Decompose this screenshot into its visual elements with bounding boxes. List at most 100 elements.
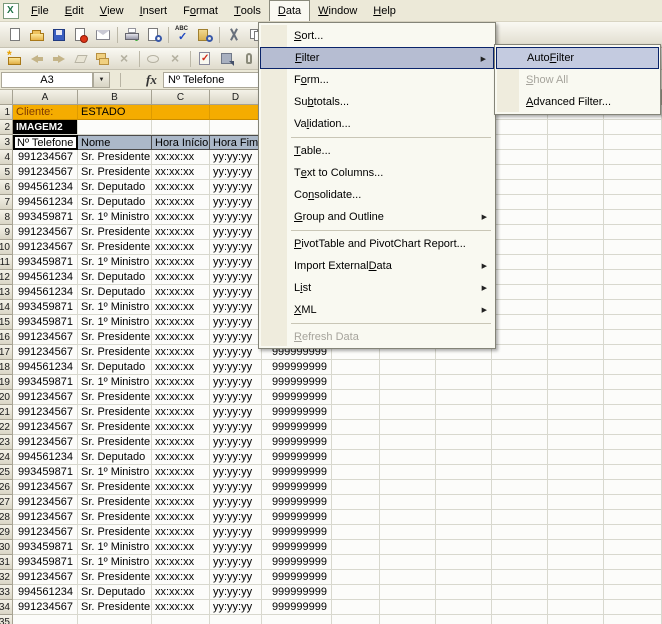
cell-F34[interactable] [332,600,380,615]
menubar-item-window[interactable]: Window [310,0,365,21]
cell-C15[interactable]: xx:xx:xx [152,315,210,330]
cell-B34[interactable]: Sr. Presidente [78,600,152,615]
cell-H18[interactable] [436,360,492,375]
cell-B10[interactable]: Sr. Presidente [78,240,152,255]
menu-item-import-external-data[interactable]: Import External Data [260,255,494,277]
cell-D25[interactable]: yy:yy:yy [210,465,262,480]
cell-D35[interactable] [210,615,262,624]
cell-G19[interactable] [380,375,436,390]
save-as-button[interactable] [216,49,238,69]
cut-button[interactable] [223,25,245,45]
cell-I9[interactable] [492,225,548,240]
cell-A21[interactable]: 991234567 [13,405,78,420]
row-header-31[interactable]: 31 [0,555,13,570]
cell-A12[interactable]: 994561234 [13,270,78,285]
cell-K2[interactable] [604,120,662,135]
name-box-dropdown-icon[interactable]: ▼ [93,72,110,88]
cell-I6[interactable] [492,180,548,195]
cell-K27[interactable] [604,495,662,510]
cell-F27[interactable] [332,495,380,510]
cell-B24[interactable]: Sr. Deputado [78,450,152,465]
cell-I30[interactable] [492,540,548,555]
cell-J32[interactable] [548,570,604,585]
cell-F18[interactable] [332,360,380,375]
cell-B16[interactable]: Sr. Presidente [78,330,152,345]
cell-G23[interactable] [380,435,436,450]
menu-item-consolidate[interactable]: Consolidate... [260,184,494,206]
cell-K18[interactable] [604,360,662,375]
cell-D24[interactable]: yy:yy:yy [210,450,262,465]
cell-K26[interactable] [604,480,662,495]
name-box[interactable]: A3 [1,72,93,88]
cell-A4[interactable]: 991234567 [13,150,78,165]
cell-D26[interactable]: yy:yy:yy [210,480,262,495]
cell-K8[interactable] [604,210,662,225]
cell-H27[interactable] [436,495,492,510]
cell-H30[interactable] [436,540,492,555]
cell-G18[interactable] [380,360,436,375]
menu-item-refresh-data[interactable]: Refresh Data [260,326,494,348]
row-header-29[interactable]: 29 [0,525,13,540]
row-header-7[interactable]: 7 [0,195,13,210]
research-button[interactable] [194,25,216,45]
row-header-23[interactable]: 23 [0,435,13,450]
cell-K15[interactable] [604,315,662,330]
cell-G28[interactable] [380,510,436,525]
cell-C2[interactable] [152,120,210,135]
cell-K13[interactable] [604,285,662,300]
cell-G34[interactable] [380,600,436,615]
menubar-item-edit[interactable]: Edit [57,0,92,21]
cell-K29[interactable] [604,525,662,540]
cell-G22[interactable] [380,420,436,435]
cell-D34[interactable]: yy:yy:yy [210,600,262,615]
cell-I27[interactable] [492,495,548,510]
cell-J3[interactable] [548,135,604,150]
cell-B35[interactable] [78,615,152,624]
cell-J26[interactable] [548,480,604,495]
cell-H22[interactable] [436,420,492,435]
cell-K16[interactable] [604,330,662,345]
cell-C5[interactable]: xx:xx:xx [152,165,210,180]
cell-C12[interactable]: xx:xx:xx [152,270,210,285]
cell-C28[interactable]: xx:xx:xx [152,510,210,525]
cell-B21[interactable]: Sr. Presidente [78,405,152,420]
row-header-32[interactable]: 32 [0,570,13,585]
menubar-item-insert[interactable]: Insert [132,0,176,21]
cell-F25[interactable] [332,465,380,480]
cell-I8[interactable] [492,210,548,225]
cell-D6[interactable]: yy:yy:yy [210,180,262,195]
cell-K32[interactable] [604,570,662,585]
menubar-item-data[interactable]: Data [269,0,310,21]
cell-I14[interactable] [492,300,548,315]
column-header-C[interactable]: C [152,90,210,105]
cell-I7[interactable] [492,195,548,210]
cell-I24[interactable] [492,450,548,465]
cell-D16[interactable]: yy:yy:yy [210,330,262,345]
cell-K22[interactable] [604,420,662,435]
menu-item-xml[interactable]: XML [260,299,494,321]
cell-E33[interactable]: 999999999 [262,585,332,600]
menu-item-show-all[interactable]: Show All [496,69,659,91]
row-header-24[interactable]: 24 [0,450,13,465]
cell-D20[interactable]: yy:yy:yy [210,390,262,405]
row-header-34[interactable]: 34 [0,600,13,615]
cell-J22[interactable] [548,420,604,435]
cell-H28[interactable] [436,510,492,525]
menu-item-sort[interactable]: Sort... [260,25,494,47]
menubar-item-format[interactable]: Format [175,0,226,21]
cell-G35[interactable] [380,615,436,624]
cell-C30[interactable]: xx:xx:xx [152,540,210,555]
cell-C7[interactable]: xx:xx:xx [152,195,210,210]
cell-J11[interactable] [548,255,604,270]
cell-C9[interactable]: xx:xx:xx [152,225,210,240]
cell-D15[interactable]: yy:yy:yy [210,315,262,330]
cell-G20[interactable] [380,390,436,405]
cell-D1[interactable] [210,105,262,120]
row-header-19[interactable]: 19 [0,375,13,390]
cell-C26[interactable]: xx:xx:xx [152,480,210,495]
cell-A3[interactable]: Nº Telefone [13,135,78,150]
history-back-button[interactable] [26,49,48,69]
cell-D18[interactable]: yy:yy:yy [210,360,262,375]
cell-K12[interactable] [604,270,662,285]
spelling-button[interactable] [172,25,194,45]
